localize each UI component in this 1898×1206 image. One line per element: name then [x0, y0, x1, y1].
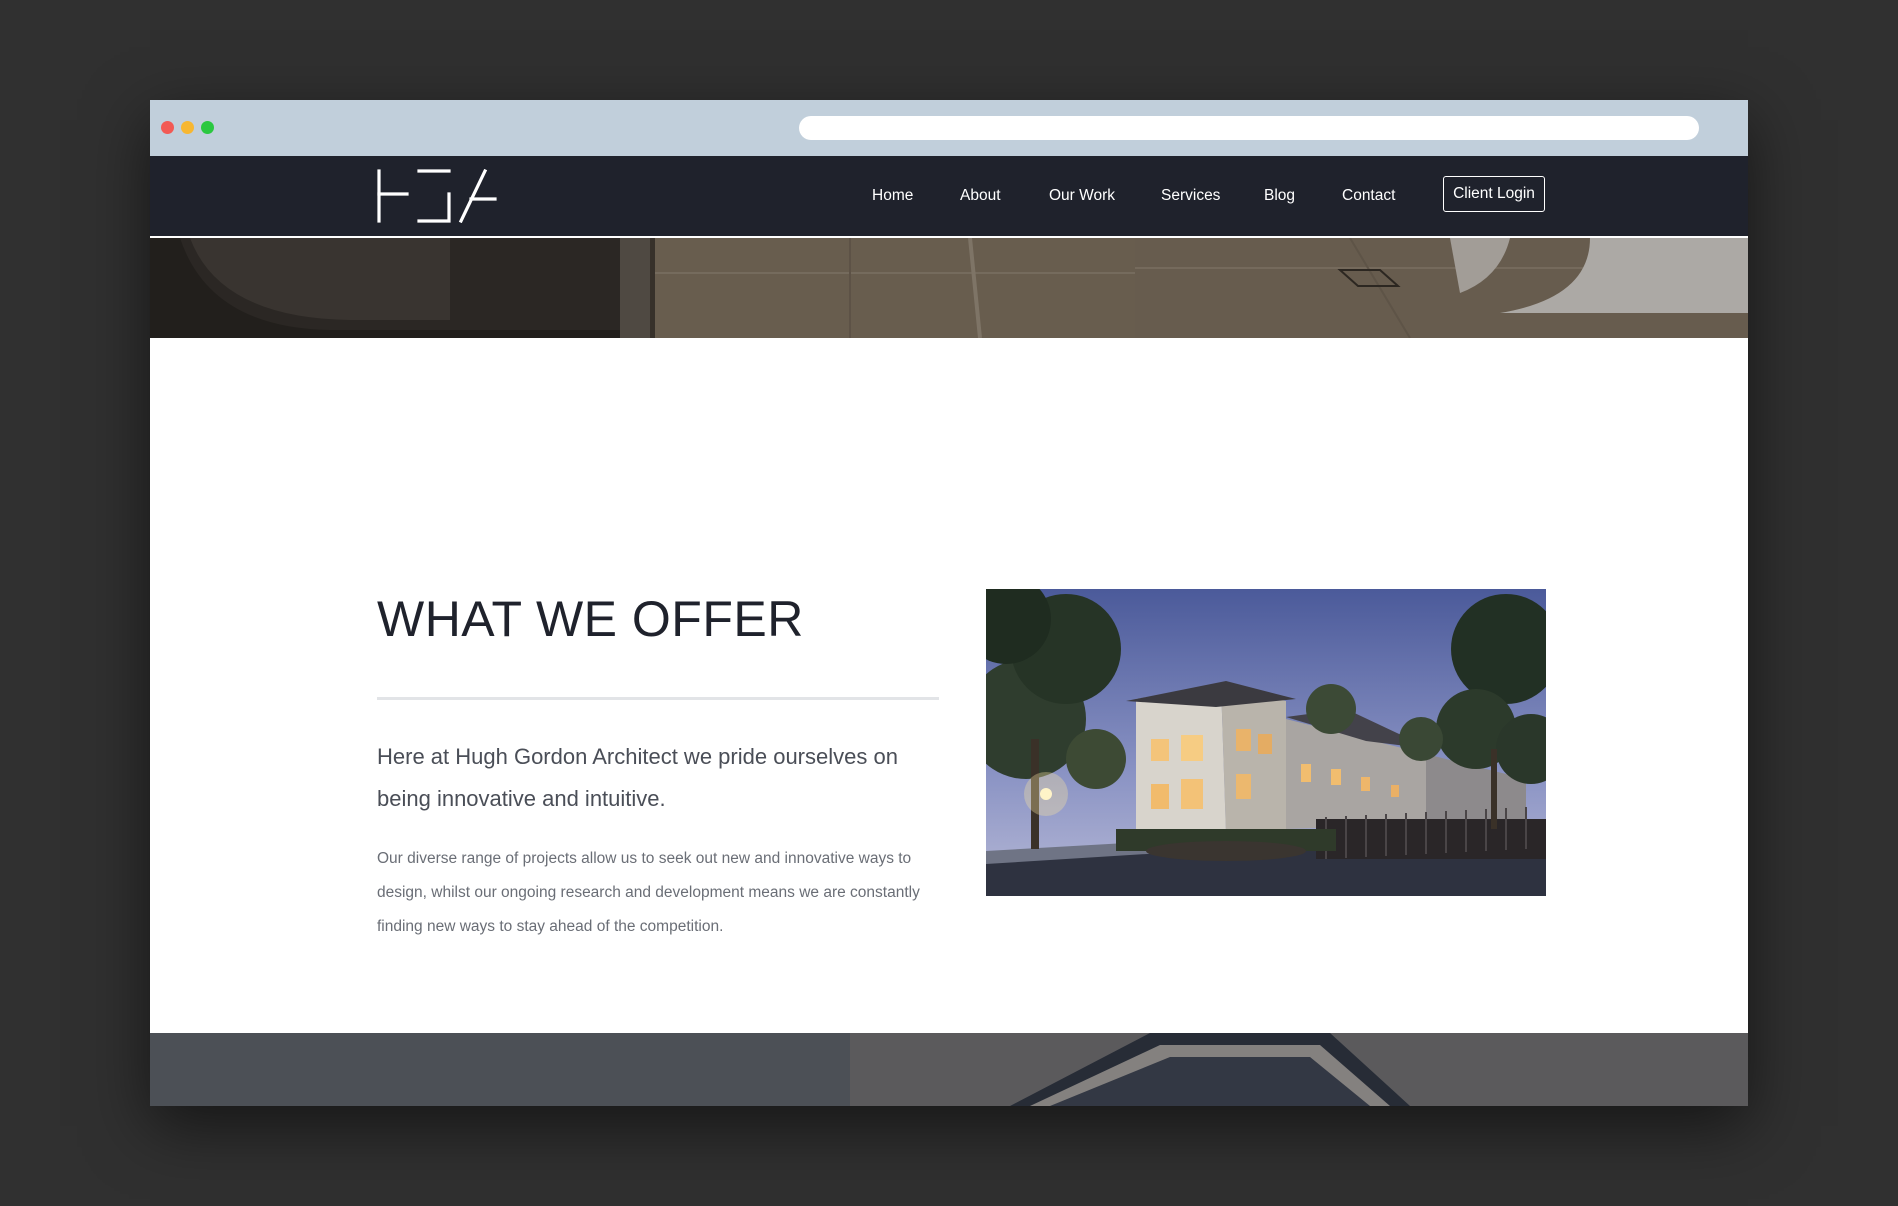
offer-lead-text: Here at Hugh Gordon Architect we pride o…: [377, 744, 898, 811]
client-login-button[interactable]: Client Login: [1443, 176, 1545, 212]
nav-our-work[interactable]: Our Work: [1049, 187, 1115, 205]
footer-image: [150, 1033, 1748, 1106]
hero-image: [150, 238, 1748, 338]
address-bar[interactable]: [799, 116, 1699, 140]
site-header: Home About Our Work Services Blog Contac…: [150, 156, 1748, 238]
offer-body-text: Our diverse range of projects allow us t…: [377, 850, 920, 935]
minimize-window-icon[interactable]: [181, 121, 194, 134]
bathroom-photo: [150, 238, 1748, 338]
nav-services[interactable]: Services: [1161, 187, 1220, 205]
nav-blog[interactable]: Blog: [1264, 187, 1295, 205]
nav-about[interactable]: About: [960, 187, 1001, 205]
offer-title: WHAT WE OFFER: [377, 591, 804, 647]
maximize-window-icon[interactable]: [201, 121, 214, 134]
hga-logo-icon[interactable]: [377, 169, 497, 223]
townhouse-photo: [986, 589, 1546, 896]
browser-chrome: [150, 100, 1748, 156]
title-divider: [377, 697, 939, 700]
close-window-icon[interactable]: [161, 121, 174, 134]
nav-home[interactable]: Home: [872, 187, 913, 205]
nav-contact[interactable]: Contact: [1342, 187, 1395, 205]
browser-window: Home About Our Work Services Blog Contac…: [150, 100, 1748, 1106]
